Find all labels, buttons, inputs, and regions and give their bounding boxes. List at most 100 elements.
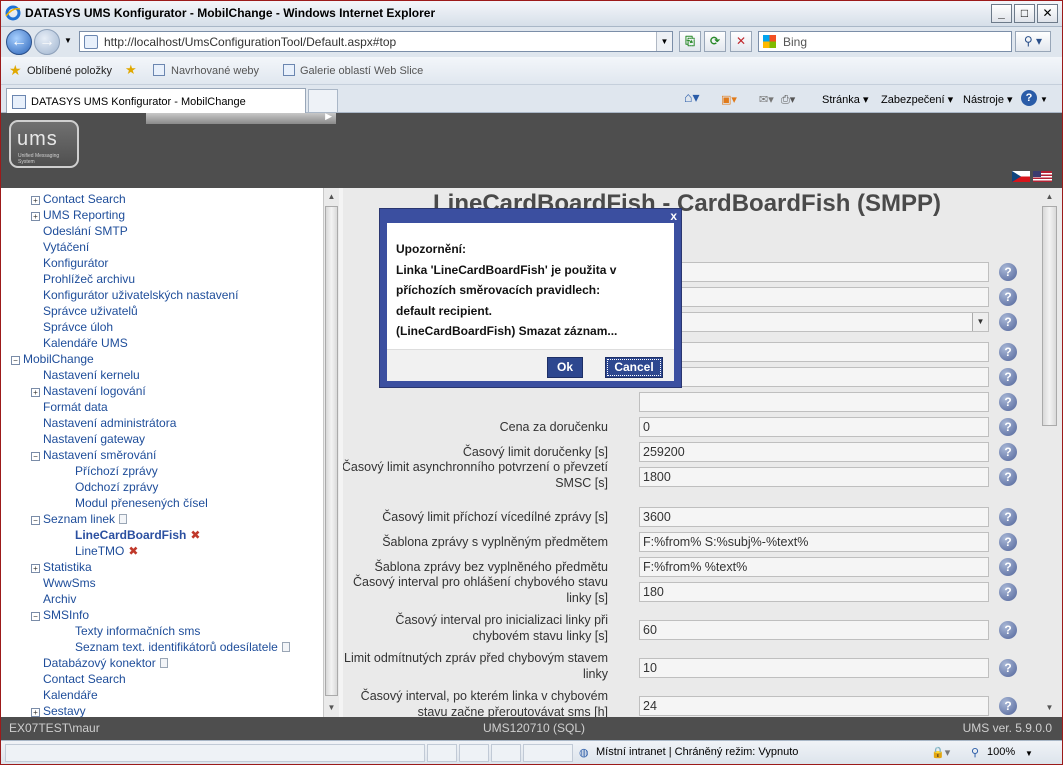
expand-icon[interactable]: + — [31, 564, 40, 573]
nav-item[interactable]: Prohlížeč archivu — [43, 271, 135, 287]
nav-item[interactable]: Modul přenesených čísel — [75, 495, 208, 511]
nav-item[interactable]: Archiv — [43, 591, 76, 607]
help-icon[interactable]: ? — [999, 288, 1017, 306]
nav-item[interactable]: Vytáčení — [43, 239, 89, 255]
nav-item[interactable]: Odchozí zprávy — [75, 479, 158, 495]
new-tab-button[interactable] — [308, 89, 338, 113]
nav-item[interactable]: − MobilChange — [11, 351, 94, 367]
help-icon[interactable]: ? — [999, 558, 1017, 576]
nav-item[interactable]: + Statistika — [31, 559, 92, 575]
zoom-dropdown-icon[interactable]: ▼ — [1025, 749, 1033, 758]
help-icon[interactable]: ? — [999, 368, 1017, 386]
help-icon[interactable]: ? — [999, 418, 1017, 436]
field-input[interactable]: F:%from% %text% — [639, 557, 989, 577]
ok-button[interactable]: Ok — [547, 357, 583, 378]
help-icon[interactable]: ? — [999, 697, 1017, 715]
scroll-up-icon[interactable]: ▲ — [325, 189, 338, 204]
nav-item[interactable]: Nastavení kernelu — [43, 367, 140, 383]
compatibility-icon[interactable]: ⎘ — [679, 31, 701, 52]
field-input[interactable]: F:%from% S:%subj%-%text% — [639, 532, 989, 552]
nav-item[interactable]: + UMS Reporting — [31, 207, 125, 223]
nav-item[interactable]: Texty informačních sms — [75, 623, 200, 639]
expand-icon[interactable]: + — [31, 708, 40, 717]
history-dropdown-icon[interactable]: ▼ — [64, 36, 72, 45]
back-button[interactable]: ← — [6, 29, 32, 55]
expand-icon[interactable]: + — [31, 196, 40, 205]
collapse-icon[interactable]: − — [31, 612, 40, 621]
favorites-label[interactable]: Oblíbené položky — [27, 65, 112, 77]
field-select[interactable]: le CZ▼ — [639, 312, 989, 332]
nav-item[interactable]: − Nastavení směrování — [31, 447, 156, 463]
print-icon[interactable]: ⎙▾ — [781, 93, 795, 107]
nav-item[interactable]: WwwSms — [43, 575, 96, 591]
help-menu-icon[interactable]: ? — [1021, 90, 1037, 106]
collapse-icon[interactable]: − — [11, 356, 20, 365]
scroll-up-icon[interactable]: ▲ — [1042, 189, 1057, 204]
help-icon[interactable]: ? — [999, 263, 1017, 281]
protected-mode-icon[interactable]: 🔒▾ — [931, 746, 950, 759]
field-input[interactable]: 0 — [639, 417, 989, 437]
nav-item[interactable]: + Contact Search — [31, 191, 126, 207]
language-flags-icon[interactable] — [1012, 171, 1052, 182]
nav-item[interactable]: LineCardBoardFish ✖ — [75, 527, 200, 543]
field-input[interactable]: 259200 — [639, 442, 989, 462]
field-input[interactable] — [639, 342, 989, 362]
dialog-close-button[interactable]: x — [670, 209, 677, 223]
forward-button[interactable]: → — [34, 29, 60, 55]
field-input[interactable] — [639, 287, 989, 307]
help-icon[interactable]: ? — [999, 343, 1017, 361]
add-favorite-icon[interactable]: ★ — [125, 62, 137, 78]
nav-item[interactable]: Odeslání SMTP — [43, 223, 128, 239]
nav-item[interactable]: Správce úloh — [43, 319, 113, 335]
field-input[interactable] — [639, 392, 989, 412]
help-icon[interactable]: ? — [999, 313, 1017, 331]
home-icon[interactable]: ⌂▾ — [684, 89, 699, 106]
help-icon[interactable]: ? — [999, 508, 1017, 526]
nav-item[interactable]: + Sestavy — [31, 703, 86, 717]
page-menu[interactable]: Stránka ▾ — [822, 93, 869, 106]
tools-menu[interactable]: Nástroje ▾ — [963, 93, 1013, 106]
nav-item[interactable]: Konfigurátor — [43, 255, 108, 271]
field-input[interactable]: 10 — [639, 658, 989, 678]
nav-item[interactable]: Nastavení gateway — [43, 431, 145, 447]
address-bar[interactable]: http://localhost/UmsConfigurationTool/De… — [79, 31, 673, 52]
nav-scrollbar[interactable]: ▲ ▼ — [323, 188, 339, 717]
content-scrollbar[interactable]: ▲ ▼ — [1038, 188, 1062, 717]
field-input[interactable] — [639, 367, 989, 387]
nav-item[interactable]: − SMSInfo — [31, 607, 89, 623]
zoom-icon[interactable]: ⚲ — [971, 746, 979, 759]
nav-scroll-thumb[interactable] — [325, 206, 338, 696]
expand-icon[interactable]: + — [31, 212, 40, 221]
help-icon[interactable]: ? — [999, 468, 1017, 486]
help-icon[interactable]: ? — [999, 533, 1017, 551]
nav-item[interactable]: + Nastavení logování — [31, 383, 146, 399]
field-input[interactable] — [639, 262, 989, 282]
nav-item[interactable]: Contact Search — [43, 671, 126, 687]
search-icon[interactable]: ⚲ ▾ — [1015, 31, 1051, 52]
help-icon[interactable]: ? — [999, 393, 1017, 411]
maximize-button[interactable]: □ — [1014, 4, 1035, 23]
help-dropdown-icon[interactable]: ▼ — [1040, 95, 1048, 104]
help-icon[interactable]: ? — [999, 621, 1017, 639]
stop-icon[interactable]: ✕ — [730, 31, 752, 52]
minimize-button[interactable]: _ — [991, 4, 1012, 23]
field-input[interactable]: 180 — [639, 582, 989, 602]
help-icon[interactable]: ? — [999, 443, 1017, 461]
expand-icon[interactable]: + — [31, 388, 40, 397]
collapse-icon[interactable]: − — [31, 516, 40, 525]
help-icon[interactable]: ? — [999, 659, 1017, 677]
field-input[interactable]: 3600 — [639, 507, 989, 527]
suggested-sites-link[interactable]: Navrhované weby — [171, 65, 259, 77]
nav-item[interactable]: Příchozí zprávy — [75, 463, 158, 479]
tab-active[interactable]: DATASYS UMS Konfigurator - MobilChange — [6, 88, 306, 113]
nav-item[interactable]: Seznam text. identifikátorů odesílatele — [75, 639, 290, 655]
security-menu[interactable]: Zabezpečení ▾ — [881, 93, 953, 106]
cancel-button[interactable]: Cancel — [605, 357, 663, 378]
scroll-down-icon[interactable]: ▼ — [1042, 700, 1057, 715]
field-input[interactable]: 60 — [639, 620, 989, 640]
field-input[interactable]: 1800 — [639, 467, 989, 487]
nav-item[interactable]: Formát data — [43, 399, 108, 415]
nav-item[interactable]: Konfigurátor uživatelských nastavení — [43, 287, 238, 303]
nav-item[interactable]: Správce uživatelů — [43, 303, 138, 319]
chevron-down-icon[interactable]: ▼ — [972, 313, 988, 331]
